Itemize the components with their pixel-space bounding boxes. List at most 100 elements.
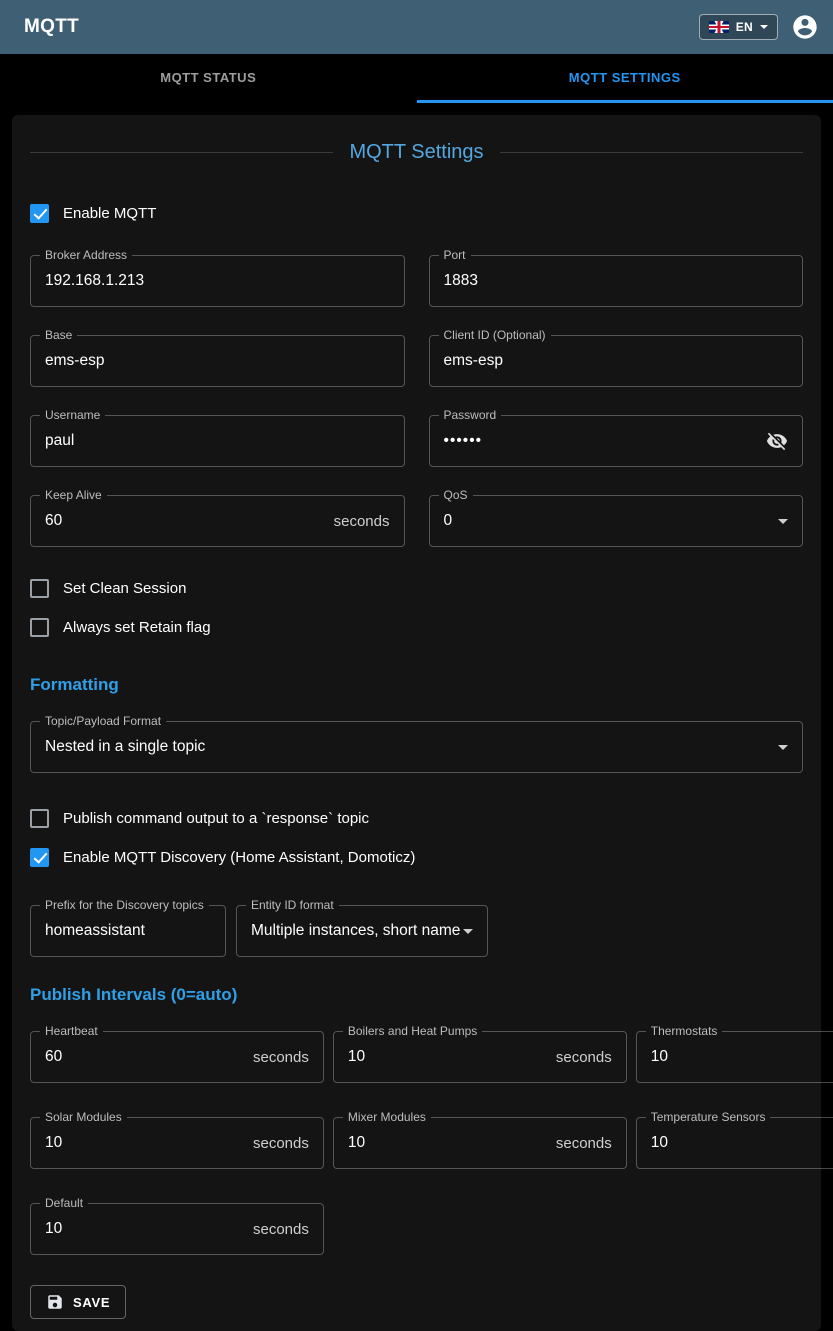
password-label: Password	[439, 408, 502, 422]
heartbeat-label: Heartbeat	[40, 1024, 103, 1038]
enable-mqtt-checkbox[interactable]	[30, 204, 49, 223]
retain-flag-label: Always set Retain flag	[63, 619, 211, 636]
tab-mqtt-settings[interactable]: MQTT SETTINGS	[417, 54, 833, 103]
topic-format-select[interactable]: Topic/Payload Format Nested in a single …	[30, 721, 803, 773]
solar-modules-label: Solar Modules	[40, 1110, 127, 1124]
page-title-row: MQTT Settings	[30, 141, 803, 164]
intervals-grid: Heartbeat seconds Boilers and Heat Pumps…	[30, 1031, 803, 1255]
topic-format-label: Topic/Payload Format	[40, 714, 166, 728]
divider	[500, 152, 803, 153]
default-interval-label: Default	[40, 1196, 88, 1210]
qos-label: QoS	[439, 488, 473, 502]
enable-mqtt-label: Enable MQTT	[63, 205, 156, 222]
entity-id-format-select[interactable]: Entity ID format Multiple instances, sho…	[236, 905, 488, 957]
chevron-down-icon	[760, 25, 768, 29]
base-field[interactable]: Base	[30, 335, 405, 387]
save-icon	[46, 1293, 64, 1311]
boilers-field[interactable]: Boilers and Heat Pumps seconds	[333, 1031, 627, 1083]
keep-alive-unit: seconds	[334, 513, 390, 530]
thermostats-label: Thermostats	[646, 1024, 723, 1038]
dropdown-arrow-icon	[778, 519, 788, 524]
solar-modules-unit: seconds	[253, 1135, 309, 1152]
uk-flag-icon	[709, 21, 729, 33]
mixer-modules-unit: seconds	[556, 1135, 612, 1152]
qos-select[interactable]: QoS 0	[429, 495, 804, 547]
app-bar-actions: EN	[699, 13, 819, 41]
broker-address-field[interactable]: Broker Address	[30, 255, 405, 307]
keep-alive-input[interactable]	[45, 512, 326, 530]
save-button[interactable]: SAVE	[30, 1285, 126, 1319]
thermostats-input[interactable]	[651, 1048, 833, 1066]
publish-response-checkbox[interactable]	[30, 809, 49, 828]
account-circle-icon[interactable]	[791, 13, 819, 41]
formatting-heading: Formatting	[30, 675, 803, 695]
password-value[interactable]: ••••••	[444, 432, 759, 450]
port-input[interactable]	[444, 272, 789, 290]
clean-session-row: Set Clean Session	[30, 569, 803, 608]
default-interval-input[interactable]	[45, 1220, 245, 1238]
port-field[interactable]: Port	[429, 255, 804, 307]
retain-flag-row: Always set Retain flag	[30, 608, 803, 647]
language-button[interactable]: EN	[699, 14, 778, 40]
base-input[interactable]	[45, 352, 390, 370]
thermostats-field[interactable]: Thermostats seconds	[636, 1031, 833, 1083]
discovery-prefix-input[interactable]	[45, 922, 211, 940]
keep-alive-label: Keep Alive	[40, 488, 107, 502]
enable-mqtt-row: Enable MQTT	[30, 194, 803, 233]
discovery-fields: Prefix for the Discovery topics Entity I…	[30, 905, 803, 957]
save-button-label: SAVE	[73, 1295, 110, 1310]
temperature-sensors-label: Temperature Sensors	[646, 1110, 771, 1124]
port-label: Port	[439, 248, 471, 262]
tab-bar: MQTT STATUS MQTT SETTINGS	[0, 54, 833, 103]
heartbeat-unit: seconds	[253, 1049, 309, 1066]
discovery-prefix-field[interactable]: Prefix for the Discovery topics	[30, 905, 226, 957]
retain-flag-checkbox[interactable]	[30, 618, 49, 637]
broker-address-label: Broker Address	[40, 248, 132, 262]
clean-session-label: Set Clean Session	[63, 580, 186, 597]
broker-address-input[interactable]	[45, 272, 390, 290]
settings-panel: MQTT Settings Enable MQTT Broker Address…	[12, 115, 821, 1331]
client-id-label: Client ID (Optional)	[439, 328, 551, 342]
visibility-off-icon[interactable]	[766, 430, 788, 452]
mixer-modules-input[interactable]	[348, 1134, 548, 1152]
divider	[30, 152, 333, 153]
tab-mqtt-status[interactable]: MQTT STATUS	[0, 54, 417, 103]
intervals-heading: Publish Intervals (0=auto)	[30, 985, 803, 1005]
app-bar: MQTT EN	[0, 0, 833, 54]
base-label: Base	[40, 328, 77, 342]
username-field[interactable]: Username	[30, 415, 405, 467]
solar-modules-input[interactable]	[45, 1134, 245, 1152]
clean-session-checkbox[interactable]	[30, 579, 49, 598]
solar-modules-field[interactable]: Solar Modules seconds	[30, 1117, 324, 1169]
dropdown-arrow-icon	[463, 929, 473, 934]
discovery-label: Enable MQTT Discovery (Home Assistant, D…	[63, 849, 415, 866]
temperature-sensors-field[interactable]: Temperature Sensors seconds	[636, 1117, 833, 1169]
password-field[interactable]: Password ••••••	[429, 415, 804, 467]
entity-id-format-label: Entity ID format	[246, 898, 339, 912]
boilers-input[interactable]	[348, 1048, 548, 1066]
client-id-field[interactable]: Client ID (Optional)	[429, 335, 804, 387]
publish-response-row: Publish command output to a `response` t…	[30, 799, 803, 838]
username-input[interactable]	[45, 432, 390, 450]
default-interval-unit: seconds	[253, 1221, 309, 1238]
username-label: Username	[40, 408, 105, 422]
mixer-modules-field[interactable]: Mixer Modules seconds	[333, 1117, 627, 1169]
heartbeat-field[interactable]: Heartbeat seconds	[30, 1031, 324, 1083]
discovery-prefix-label: Prefix for the Discovery topics	[40, 898, 209, 912]
language-label: EN	[736, 20, 753, 34]
client-id-input[interactable]	[444, 352, 789, 370]
temperature-sensors-input[interactable]	[651, 1134, 833, 1152]
qos-value: 0	[444, 512, 779, 530]
boilers-unit: seconds	[556, 1049, 612, 1066]
connection-fields: Broker Address Port Base Client ID (Opti…	[30, 255, 803, 547]
discovery-checkbox[interactable]	[30, 848, 49, 867]
mixer-modules-label: Mixer Modules	[343, 1110, 431, 1124]
boilers-label: Boilers and Heat Pumps	[343, 1024, 482, 1038]
publish-response-label: Publish command output to a `response` t…	[63, 810, 369, 827]
discovery-row: Enable MQTT Discovery (Home Assistant, D…	[30, 838, 803, 877]
keep-alive-field[interactable]: Keep Alive seconds	[30, 495, 405, 547]
entity-id-format-value: Multiple instances, short name	[251, 922, 463, 940]
dropdown-arrow-icon	[778, 745, 788, 750]
default-interval-field[interactable]: Default seconds	[30, 1203, 324, 1255]
heartbeat-input[interactable]	[45, 1048, 245, 1066]
